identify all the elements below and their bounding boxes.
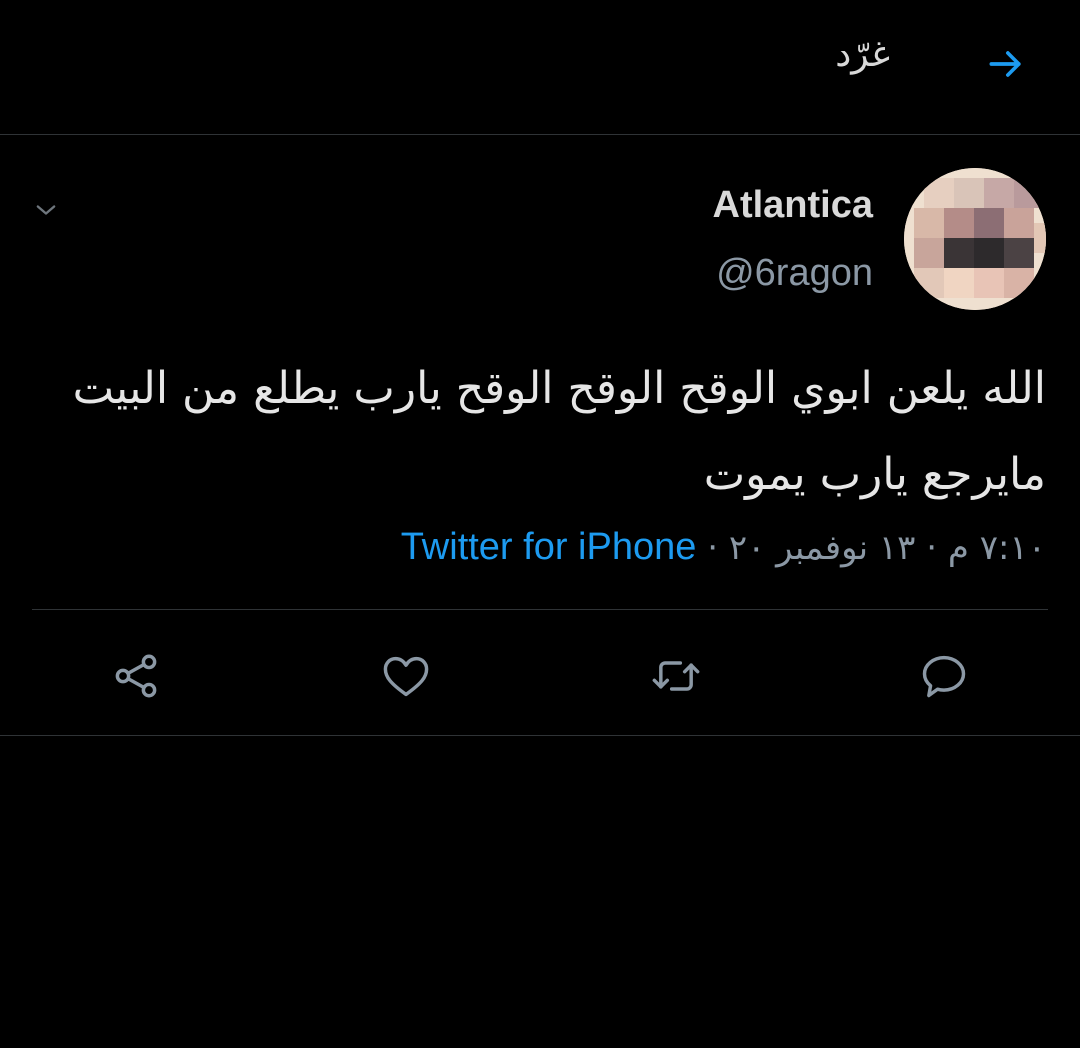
chevron-down-icon	[36, 205, 56, 215]
reply-icon	[922, 655, 966, 698]
reply-button[interactable]	[914, 646, 974, 706]
divider	[32, 609, 1048, 610]
tweet-date: ١٣ نوفمبر ٢٠	[728, 528, 916, 568]
like-icon	[383, 656, 429, 697]
tweet-detail: Atlantica @6ragon الله يلعن ابوي الوقح ا…	[0, 136, 1080, 736]
retweet-icon	[652, 661, 700, 691]
tweet-time: ٧:١٠ م	[947, 528, 1046, 568]
avatar[interactable]	[904, 168, 1046, 310]
avatar-image	[904, 168, 1046, 310]
meta-separator: ·	[926, 528, 938, 568]
like-button[interactable]	[376, 646, 436, 706]
tweet-text: الله يلعن ابوي الوقح الوقح الوقح يارب يط…	[72, 363, 1046, 500]
tweet-menu-button[interactable]	[28, 192, 64, 228]
share-button[interactable]	[106, 646, 166, 706]
tweet-meta: ٧:١٠ م · ١٣ نوفمبر ٢٠ · Twitter for iPho…	[401, 526, 1046, 569]
share-icon	[115, 654, 157, 698]
display-name[interactable]: Atlantica	[713, 184, 873, 227]
top-bar: غرّد	[0, 0, 1080, 135]
user-handle[interactable]: @6ragon	[716, 252, 873, 295]
retweet-button[interactable]	[646, 646, 706, 706]
arrow-right-icon	[989, 51, 1021, 77]
meta-separator: ·	[707, 528, 718, 568]
back-button[interactable]	[978, 36, 1034, 92]
page-title: غرّد	[835, 34, 890, 75]
tweet-source-link[interactable]: Twitter for iPhone	[401, 526, 697, 568]
